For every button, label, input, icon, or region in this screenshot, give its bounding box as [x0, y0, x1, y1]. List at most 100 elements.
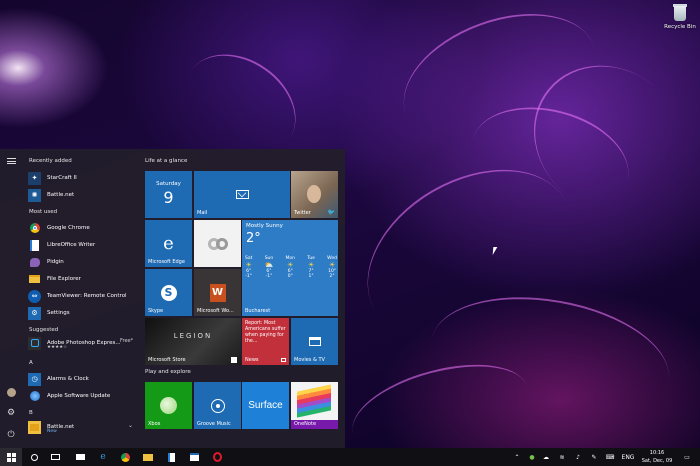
start-left-rail: ⚙ ⏻ [0, 149, 22, 448]
tile-mail[interactable]: Mail [194, 171, 290, 218]
folder-icon [143, 453, 153, 461]
taskbar-document[interactable] [163, 448, 179, 466]
app-photoshop-express[interactable]: Adobe Photoshop Expres... ★★★★☆ Free* [28, 335, 136, 351]
tile-news[interactable]: Report: Most Americans suffer when payin… [242, 318, 289, 365]
taskbar-opera[interactable] [209, 448, 225, 466]
tile-label: Skype [148, 308, 164, 314]
tray-cloud-icon[interactable]: ☁ [540, 448, 552, 466]
app-label: Alarms & Clock [47, 376, 89, 382]
tile-weather[interactable]: Mostly Sunny 2° Sat ☀ 6° -1° Sun ⛅ 6° -1° Mon ☀… [242, 220, 338, 316]
tile-label: Groove Music [197, 421, 231, 427]
onenote-art [297, 384, 331, 418]
app-label: StarCraft II [47, 175, 77, 181]
volume-icon[interactable]: ♪ [572, 448, 584, 466]
wifi-icon[interactable]: ≋ [556, 448, 568, 466]
tray-app-icon[interactable]: ● [526, 448, 538, 466]
app-apple-software-update[interactable]: Apple Software Update [28, 388, 136, 404]
app-rating: ★★★★☆ [47, 345, 68, 350]
app-pidgin[interactable]: Pidgin [28, 254, 136, 270]
app-teamviewer[interactable]: ⇔ TeamViewer: Remote Control [28, 288, 136, 304]
action-center-icon[interactable]: ▭ [680, 448, 694, 466]
tray-overflow-chevron-icon[interactable]: ⌃ [512, 448, 522, 466]
task-view-button[interactable] [47, 448, 63, 466]
app-battlenet-b[interactable]: Battle.net New ⌄ [28, 419, 136, 435]
taskbar: e ⌃ ● ☁ ≋ ♪ ✎ ⌨ ENG 10:16 Sat, Dec, 09 ▭ [0, 448, 700, 466]
tile-twitter[interactable]: Twitter 🐦 [291, 171, 338, 218]
cortana-button[interactable] [26, 448, 42, 466]
tile-surface[interactable]: Surface [242, 382, 289, 429]
tile-label: Mail [197, 210, 208, 216]
chevron-down-icon[interactable]: ⌄ [128, 422, 133, 429]
pidgin-icon [28, 256, 41, 269]
tile-calendar[interactable]: Saturday 9 [145, 171, 192, 218]
forecast-day: Mon ☀ 6° 0° [285, 256, 296, 279]
app-new-badge: New [47, 429, 57, 434]
language-indicator[interactable]: ENG [620, 448, 636, 466]
power-icon[interactable]: ⏻ [5, 429, 17, 441]
recycle-bin-label: Recycle Bin [664, 24, 696, 30]
section-recently-added: Recently added [29, 158, 72, 164]
section-a: A [29, 360, 33, 366]
sun-icon: ☀ [245, 261, 252, 269]
weather-condition: Mostly Sunny [246, 223, 283, 229]
tile-movies-tv[interactable]: Movies & TV [291, 318, 338, 365]
app-file-explorer[interactable]: File Explorer [28, 271, 136, 287]
chrome-icon [120, 452, 130, 462]
app-label: LibreOffice Writer [47, 242, 96, 248]
calendar-date: 9 [163, 188, 174, 207]
taskbar-file-explorer[interactable] [140, 448, 156, 466]
edge-icon: e [100, 452, 106, 462]
tile-onenote[interactable]: OneNote [291, 382, 338, 429]
apple-update-icon [28, 390, 41, 403]
app-settings[interactable]: ⚙ Settings [28, 305, 136, 321]
tile-microsoft-edge[interactable]: e Microsoft Edge [145, 220, 192, 267]
app-alarms-clock[interactable]: ◷ Alarms & Clock [28, 371, 136, 387]
tile-microsoft-word[interactable]: W Microsoft Wo... [194, 269, 241, 316]
app-label: Settings [47, 310, 70, 316]
app-list: Recently added ✦ StarCraft II ✺ Battle.n… [24, 149, 136, 448]
mail-icon [194, 171, 290, 218]
recycle-bin-shortcut[interactable]: Recycle Bin [662, 2, 698, 30]
teamviewer-icon: ⇔ [28, 289, 41, 303]
taskbar-clock[interactable]: 10:16 Sat, Dec, 09 [637, 449, 677, 465]
start-button[interactable] [0, 448, 22, 466]
store-bag-icon [189, 453, 199, 461]
taskbar-mail[interactable] [72, 448, 88, 466]
tile-groove-music[interactable]: Groove Music [194, 382, 241, 429]
forecast-day: Tue ☀ 7° 1° [307, 256, 315, 279]
taskbar-chrome[interactable] [117, 448, 133, 466]
taskbar-edge[interactable]: e [95, 448, 111, 466]
twitter-bird-icon: 🐦 [327, 209, 335, 216]
taskbar-store[interactable] [186, 448, 202, 466]
app-chrome[interactable]: Google Chrome [28, 220, 136, 236]
tile-image-viewer[interactable] [194, 220, 241, 267]
starcraft-icon: ✦ [28, 171, 41, 185]
app-starcraft[interactable]: ✦ StarCraft II [28, 170, 136, 186]
tile-xbox[interactable]: Xbox [145, 382, 192, 429]
app-battlenet[interactable]: ✺ Battle.net [28, 187, 136, 203]
settings-gear-icon[interactable]: ⚙ [5, 407, 17, 419]
tile-skype[interactable]: S Skype [145, 269, 192, 316]
tile-microsoft-store[interactable]: LEGION Microsoft Store [145, 318, 241, 365]
sun-icon: ☀ [307, 261, 315, 269]
keyboard-icon[interactable]: ⌨ [604, 448, 616, 466]
app-libreoffice-writer[interactable]: LibreOffice Writer [28, 237, 136, 253]
section-b: B [29, 410, 33, 416]
surface-wordmark: Surface [248, 400, 283, 411]
gear-icon: ⚙ [28, 306, 41, 320]
app-label: TeamViewer: Remote Control [47, 293, 127, 299]
libreoffice-writer-icon [28, 239, 41, 252]
tile-label: Xbox [148, 421, 161, 427]
twitter-photo [307, 185, 321, 203]
sun-icon: ☀ [287, 261, 294, 269]
opera-icon [212, 452, 222, 462]
news-headline: Report: Most Americans suffer when payin… [245, 321, 286, 344]
app-label: Pidgin [47, 259, 64, 265]
hamburger-menu-icon[interactable] [5, 155, 17, 167]
pen-icon[interactable]: ✎ [588, 448, 600, 466]
tile-label: Microsoft Edge [148, 259, 185, 265]
clock-date: Sat, Dec, 09 [641, 458, 673, 464]
mouse-cursor [492, 247, 498, 255]
app-price: Free* [120, 338, 134, 344]
user-avatar[interactable] [5, 386, 17, 398]
